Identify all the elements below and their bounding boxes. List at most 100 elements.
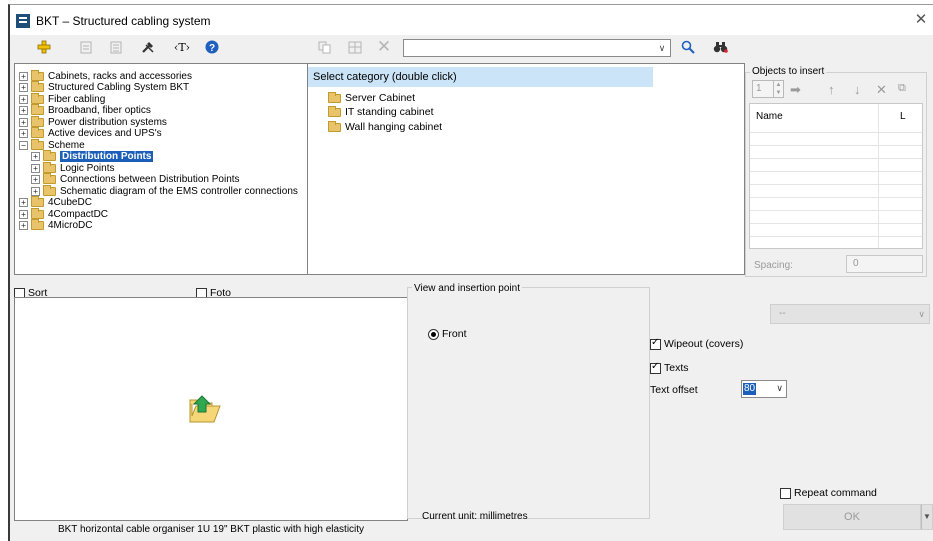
text-offset-select[interactable]: 80 ∨ (741, 380, 787, 398)
tree-item[interactable]: + Schematic diagram of the EMS controller… (31, 184, 298, 197)
tree-item-label: Broadband, fiber optics (48, 105, 151, 116)
disabled-doc-icon[interactable] (76, 37, 96, 57)
category-list[interactable]: Select category (double click) Server Ca… (308, 63, 745, 275)
objects-to-insert-group: 1 ▲ ▼ ➡ ↑ ↓ ✕ ⧉ Name L Spacing: 0 (745, 72, 927, 277)
help-icon[interactable]: ? (202, 37, 222, 57)
tree-item[interactable]: + Cabinets, racks and accessories (19, 69, 192, 82)
tree-item-label: Logic Points (60, 162, 115, 174)
folder-icon (31, 69, 44, 81)
folder-icon (31, 219, 44, 230)
expander-icon[interactable]: + (19, 221, 28, 230)
count-stepper[interactable]: 1 ▲ ▼ (752, 80, 784, 98)
disabled-copy-icon[interactable] (315, 37, 335, 57)
texts-checkbox-box[interactable] (650, 361, 661, 374)
expander-icon[interactable]: + (19, 106, 28, 115)
folder-icon (43, 173, 56, 184)
tree-item-label: Power distribution systems (48, 116, 167, 128)
tree-item[interactable]: +4CubeDC (19, 196, 92, 209)
disabled-select[interactable]: -- ∨ (770, 304, 930, 324)
search-input[interactable]: ∨ (403, 39, 671, 57)
tree-item[interactable]: − Scheme (19, 138, 85, 151)
tree-item-label: Structured Cabling System BKT (48, 82, 190, 93)
current-unit-label: Current unit: millimetres (422, 511, 528, 522)
binoculars-icon[interactable] (711, 37, 731, 57)
chevron-down-icon[interactable]: ∨ (918, 305, 925, 323)
texts-checkbox[interactable]: Texts (650, 361, 689, 374)
repeat-checkbox-box[interactable] (780, 487, 791, 499)
search-icon[interactable] (678, 37, 698, 57)
add-icon[interactable] (34, 37, 54, 57)
table-divider (878, 104, 879, 248)
tree-item-label: 4CubeDC (48, 197, 92, 208)
tools-icon[interactable] (138, 37, 158, 57)
tree-item-label: Schematic diagram of the EMS controller … (60, 185, 298, 197)
copy-icon[interactable]: ⧉ (898, 82, 906, 95)
objects-group-label: Objects to insert (750, 66, 827, 77)
expander-icon[interactable]: + (19, 71, 28, 81)
expander-icon[interactable]: + (19, 94, 28, 104)
tree-item[interactable]: + Power distribution systems (19, 115, 167, 128)
folder-icon (31, 196, 44, 207)
folder-icon (31, 92, 44, 104)
folder-open-icon (188, 394, 222, 424)
expander-icon[interactable]: + (31, 163, 40, 173)
spacing-field[interactable]: 0 (846, 255, 923, 273)
preview-caption: BKT horizontal cable organiser 1U 19" BK… (57, 524, 365, 535)
move-up-icon[interactable]: ↑ (828, 82, 835, 97)
folder-icon (328, 91, 341, 103)
list-item[interactable]: IT standing cabinet (328, 105, 434, 119)
expander-icon[interactable]: + (19, 209, 28, 219)
wipeout-checkbox[interactable]: Wipeout (covers) (650, 337, 743, 350)
tree-item[interactable]: + Structured Cabling System BKT (19, 81, 190, 94)
column-header-name[interactable]: Name (756, 111, 783, 122)
tree-item[interactable]: +4MicroDC (19, 219, 92, 232)
view-group-label: View and insertion point (412, 283, 522, 294)
folder-icon (31, 81, 44, 92)
svg-text:?: ? (209, 43, 215, 54)
insert-arrow-icon[interactable]: ➡ (790, 82, 801, 98)
disabled-list-icon[interactable] (106, 37, 126, 57)
category-list-header: Select category (double click) (308, 67, 653, 87)
repeat-command-checkbox[interactable]: Repeat command (780, 487, 877, 499)
disabled-grid-icon[interactable] (345, 37, 365, 57)
tree-item-label: Active devices and UPS's (48, 128, 162, 139)
front-radio-button[interactable] (428, 328, 439, 340)
tree-item-label: 4CompactDC (48, 208, 109, 220)
expander-icon[interactable]: + (19, 83, 28, 92)
chevron-down-icon[interactable]: ∨ (655, 41, 669, 55)
text-tag-icon[interactable]: ‹T› (172, 37, 192, 57)
tree-item[interactable]: + Connections between Distribution Points (31, 173, 240, 186)
expander-icon[interactable]: + (19, 198, 28, 207)
app-icon (16, 14, 30, 28)
ok-split-arrow-icon[interactable]: ▼ (921, 504, 933, 530)
preview-area (14, 297, 408, 521)
move-down-icon[interactable]: ↓ (854, 82, 861, 97)
folder-icon (43, 161, 56, 173)
column-header-l[interactable]: L (900, 111, 906, 122)
disabled-delete-icon[interactable]: ✕ (374, 37, 394, 57)
expander-icon[interactable]: + (31, 152, 40, 161)
category-tree[interactable]: + Cabinets, racks and accessories + Structu… (14, 63, 308, 275)
list-item[interactable]: Wall hanging cabinet (328, 120, 442, 134)
expander-icon[interactable]: + (19, 129, 28, 138)
list-item[interactable]: Server Cabinet (328, 91, 415, 105)
folder-icon (31, 104, 44, 115)
wipeout-checkbox-box[interactable] (650, 337, 661, 350)
folder-icon (328, 120, 341, 132)
folder-icon (328, 105, 341, 117)
folder-icon (31, 115, 44, 127)
remove-icon[interactable]: ✕ (876, 82, 887, 98)
tree-item[interactable]: + Active devices and UPS's (19, 127, 162, 140)
front-radio[interactable]: Front (428, 328, 467, 340)
close-icon[interactable]: ✕ (911, 10, 931, 30)
expander-icon[interactable]: + (31, 175, 40, 184)
chevron-down-icon[interactable]: ∨ (776, 383, 783, 394)
folder-icon (43, 150, 56, 161)
expander-icon[interactable]: + (31, 186, 40, 196)
objects-table[interactable]: Name L (749, 103, 923, 249)
expander-icon[interactable]: + (19, 117, 28, 127)
expander-icon[interactable]: − (19, 140, 28, 150)
tree-item-label: Cabinets, racks and accessories (48, 70, 192, 82)
ok-button[interactable]: OK (783, 504, 921, 530)
stepper-arrows-icon[interactable]: ▲ ▼ (773, 81, 783, 97)
